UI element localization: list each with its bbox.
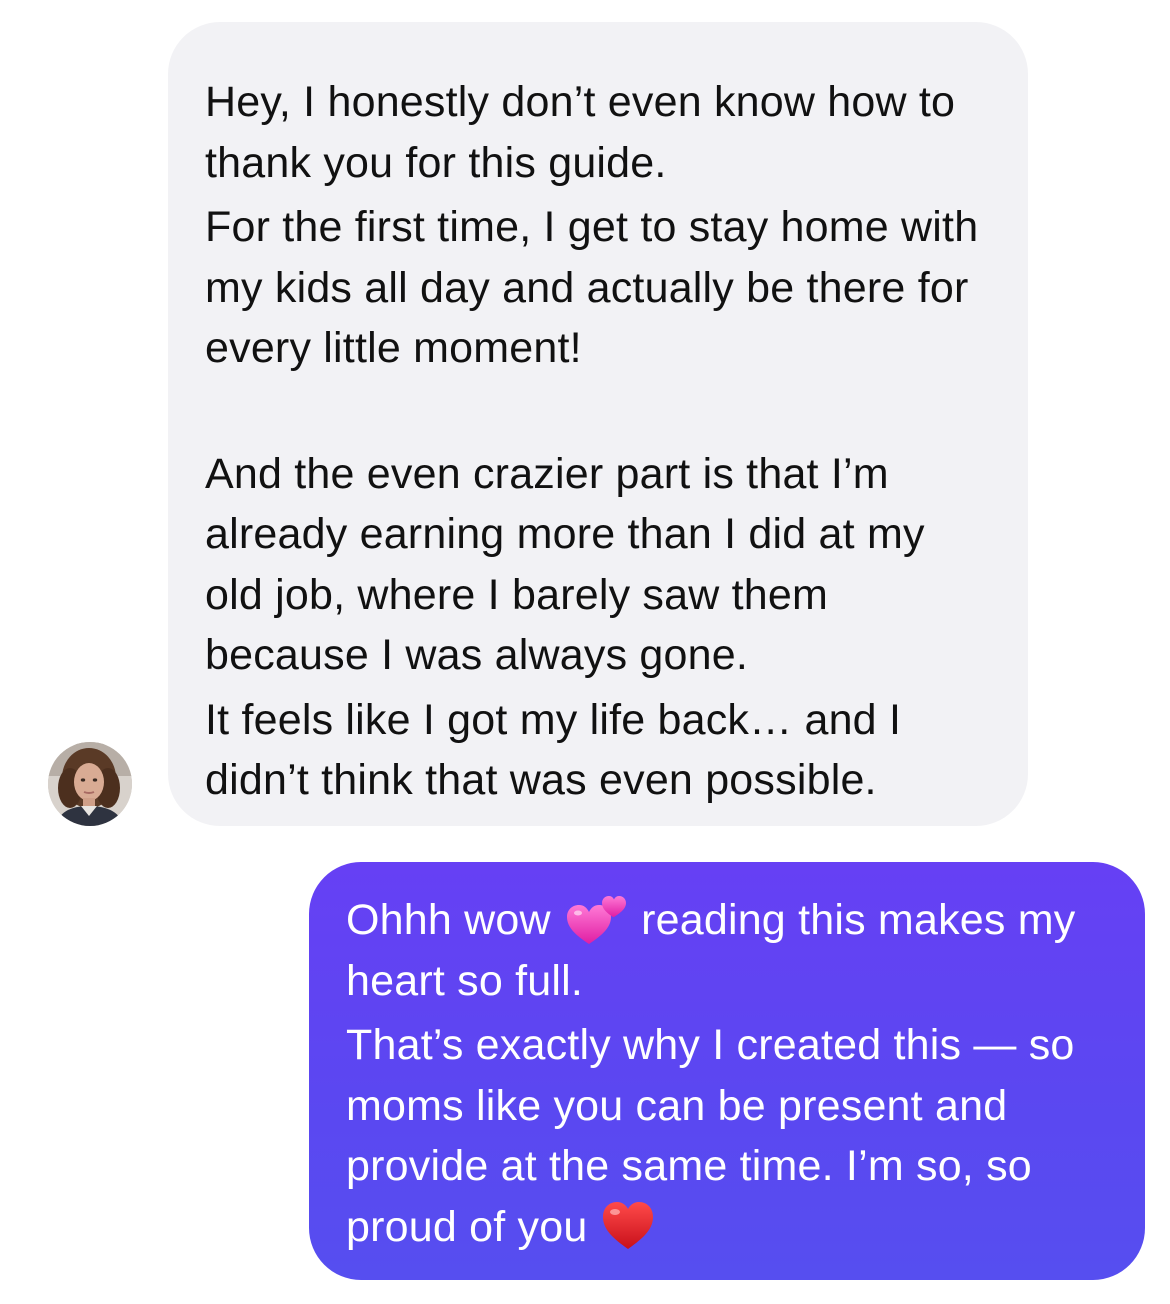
red-heart-icon [600, 1199, 656, 1251]
message-paragraph: And the even crazier part is that I’m al… [205, 449, 925, 680]
message-thread: Hey, I honestly don’t even know how to t… [0, 0, 1170, 1304]
incoming-message-bubble[interactable]: Hey, I honestly don’t even know how to t… [168, 22, 1028, 826]
message-text: That’s exactly why I created this — so m… [346, 1021, 1075, 1251]
two-hearts-icon [563, 892, 629, 946]
profile-photo-icon [48, 742, 132, 826]
message-text: Ohhh wow [346, 896, 551, 944]
message-paragraph: Ohhh wow reading this makes my heart so … [346, 890, 1115, 1011]
message-paragraph: It feels like I got my life back… and I … [205, 695, 902, 805]
message-paragraph: Hey, I honestly don’t even know how to t… [205, 78, 956, 187]
message-paragraph: That’s exactly why I created this — so m… [346, 1015, 1115, 1257]
message-paragraph: For the first time, I get to stay home w… [205, 203, 979, 372]
outgoing-message-bubble[interactable]: Ohhh wow reading this makes my heart so … [309, 862, 1145, 1280]
avatar[interactable] [48, 742, 132, 826]
